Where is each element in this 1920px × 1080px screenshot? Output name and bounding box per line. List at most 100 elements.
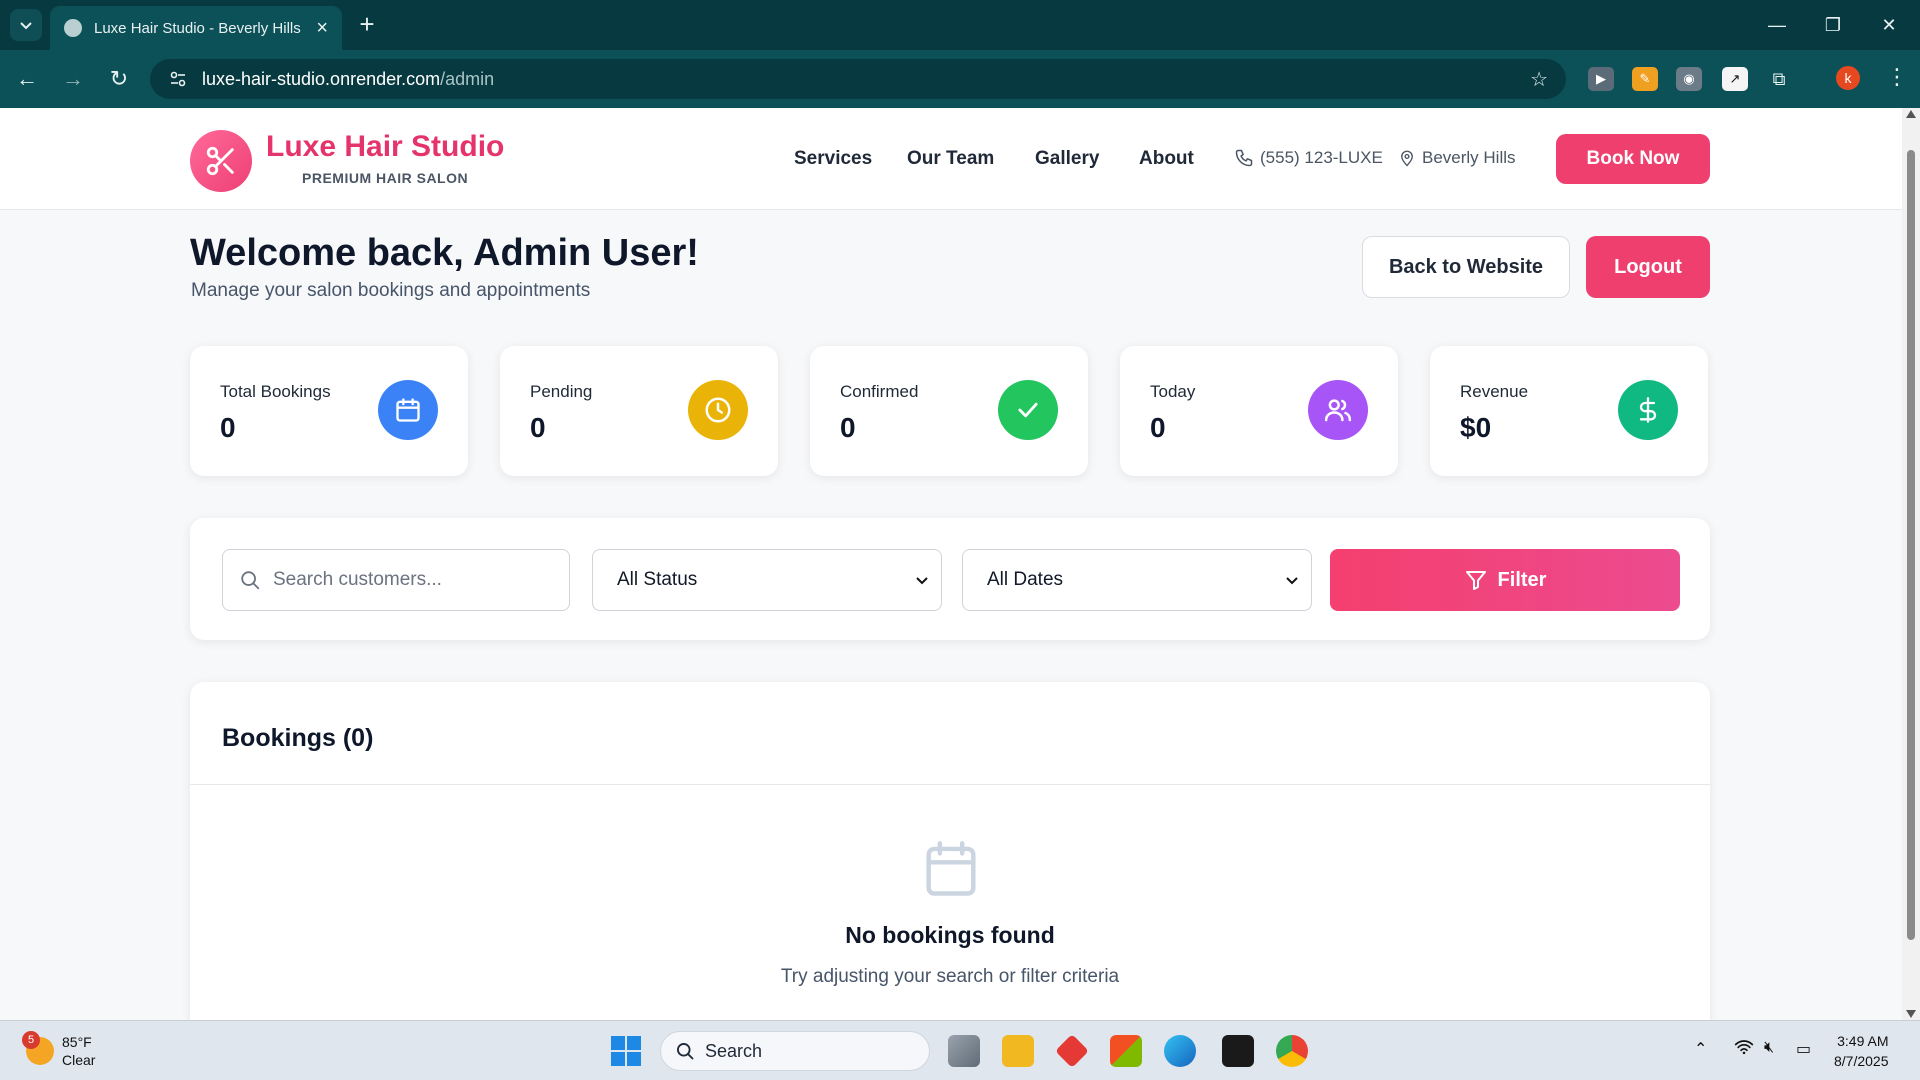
stat-label: Confirmed bbox=[840, 382, 919, 401]
battery-icon[interactable]: ▭ bbox=[1796, 1039, 1811, 1059]
logo[interactable] bbox=[190, 130, 252, 192]
funnel-icon bbox=[1465, 571, 1486, 590]
stat-card-total-bookings: Total Bookings 0 bbox=[190, 346, 468, 476]
scroll-up-icon[interactable] bbox=[1906, 110, 1916, 118]
scroll-down-icon[interactable] bbox=[1906, 1010, 1916, 1018]
users-icon bbox=[1308, 380, 1368, 440]
chevron-down-icon bbox=[1286, 577, 1298, 585]
moon-icon: 5 bbox=[22, 1031, 54, 1065]
dollar-icon bbox=[1618, 380, 1678, 440]
search-icon bbox=[677, 1043, 694, 1060]
profile-avatar[interactable]: k bbox=[1836, 66, 1860, 90]
chevron-down-icon bbox=[20, 22, 32, 30]
bookings-panel: Bookings (0) No bookings found Try adjus… bbox=[190, 682, 1710, 1020]
stat-card-pending: Pending 0 bbox=[500, 346, 778, 476]
extension-arrow-icon[interactable]: ↗ bbox=[1722, 67, 1748, 91]
chevron-down-icon bbox=[916, 577, 928, 585]
page-viewport: Luxe Hair Studio PREMIUM HAIR SALON Serv… bbox=[0, 108, 1902, 1020]
clock-date: 8/7/2025 bbox=[1834, 1053, 1889, 1069]
taskbar-search[interactable]: Search bbox=[660, 1031, 930, 1071]
globe-icon bbox=[64, 19, 82, 37]
edge-icon[interactable] bbox=[1164, 1035, 1196, 1067]
extensions-puzzle-icon[interactable]: ⧉ bbox=[1766, 67, 1792, 91]
close-window-button[interactable]: ✕ bbox=[1866, 10, 1912, 40]
book-now-button[interactable]: Book Now bbox=[1556, 134, 1710, 184]
forward-arrow-icon[interactable]: → bbox=[58, 64, 88, 94]
stat-value: 0 bbox=[220, 412, 236, 443]
extension-camera-icon[interactable]: ◉ bbox=[1676, 67, 1702, 91]
stat-value: $0 bbox=[1460, 412, 1492, 443]
status-select[interactable]: All Status bbox=[592, 549, 942, 611]
nav-about[interactable]: About bbox=[1139, 148, 1194, 170]
search-input[interactable] bbox=[273, 569, 563, 591]
page-subtitle: Manage your salon bookings and appointme… bbox=[191, 280, 591, 301]
file-explorer-icon[interactable] bbox=[1002, 1035, 1034, 1067]
brand-tagline: PREMIUM HAIR SALON bbox=[302, 170, 469, 186]
chevron-up-icon[interactable]: ⌃ bbox=[1694, 1039, 1707, 1059]
close-icon[interactable]: × bbox=[316, 17, 328, 40]
nav-gallery[interactable]: Gallery bbox=[1035, 148, 1099, 170]
page-scrollbar[interactable] bbox=[1902, 108, 1920, 1020]
microsoft-store-icon[interactable] bbox=[1110, 1035, 1142, 1067]
windows-start-icon[interactable] bbox=[610, 1035, 642, 1067]
check-icon bbox=[998, 380, 1058, 440]
empty-state-title: No bookings found bbox=[845, 922, 1055, 948]
volume-muted-icon[interactable]: 🔇︎ bbox=[1764, 1039, 1774, 1057]
tab-title: Luxe Hair Studio - Beverly Hills bbox=[94, 19, 301, 37]
reload-icon[interactable]: ↻ bbox=[104, 64, 134, 94]
filter-button-label: Filter bbox=[1497, 568, 1547, 591]
extension-pencil-icon[interactable]: ✎ bbox=[1632, 67, 1658, 91]
clock-time: 3:49 AM bbox=[1837, 1033, 1889, 1049]
scrollbar-thumb[interactable] bbox=[1907, 150, 1915, 940]
browser-tab[interactable]: Luxe Hair Studio - Beverly Hills × bbox=[50, 6, 342, 50]
address-bar[interactable]: luxe-hair-studio.onrender.com/admin ☆ bbox=[150, 59, 1566, 99]
phone-number: (555) 123-LUXE bbox=[1260, 148, 1383, 167]
scissors-icon bbox=[206, 146, 234, 176]
weather-widget[interactable]: 5 85°F Clear bbox=[22, 1031, 96, 1069]
wifi-icon[interactable] bbox=[1734, 1039, 1754, 1060]
back-arrow-icon[interactable]: ← bbox=[12, 64, 42, 94]
location-contact: Beverly Hills bbox=[1398, 148, 1516, 168]
stat-card-revenue: Revenue $0 bbox=[1430, 346, 1708, 476]
site-info-icon[interactable] bbox=[168, 69, 188, 89]
filter-button[interactable]: Filter bbox=[1330, 549, 1680, 611]
date-select[interactable]: All Dates bbox=[962, 549, 1312, 611]
empty-state-subtitle: Try adjusting your search or filter crit… bbox=[780, 966, 1120, 987]
minimize-button[interactable]: — bbox=[1754, 10, 1800, 40]
phone-contact[interactable]: (555) 123-LUXE bbox=[1234, 148, 1383, 168]
phone-icon bbox=[1235, 149, 1253, 167]
chrome-icon[interactable] bbox=[1276, 1035, 1308, 1067]
browser-menu-icon[interactable]: ⋮ bbox=[1886, 62, 1908, 92]
terminal-app-icon[interactable] bbox=[1222, 1035, 1254, 1067]
url-host: luxe-hair-studio.onrender.com bbox=[202, 68, 441, 89]
calendar-icon bbox=[926, 841, 976, 896]
url-path: /admin bbox=[440, 68, 495, 89]
status-select-value: All Status bbox=[617, 569, 698, 590]
system-clock[interactable]: 3:49 AM 8/7/2025 bbox=[1834, 1031, 1889, 1071]
stat-label: Revenue bbox=[1460, 382, 1529, 401]
nav-our-team[interactable]: Our Team bbox=[907, 148, 994, 170]
location-text: Beverly Hills bbox=[1422, 148, 1516, 167]
extension-media-icon[interactable]: ▶ bbox=[1588, 67, 1614, 91]
nav-services[interactable]: Services bbox=[794, 148, 872, 170]
notification-badge: 5 bbox=[22, 1031, 40, 1049]
back-to-website-button[interactable]: Back to Website bbox=[1362, 236, 1570, 298]
bookmark-star-icon[interactable]: ☆ bbox=[1530, 67, 1548, 92]
logout-button[interactable]: Logout bbox=[1586, 236, 1710, 298]
filter-panel: All Status All Dates Filter bbox=[190, 518, 1710, 640]
tab-search-dropdown[interactable] bbox=[10, 9, 42, 41]
divider bbox=[190, 784, 1710, 785]
weather-desc: Clear bbox=[62, 1052, 96, 1068]
search-field[interactable] bbox=[222, 549, 570, 611]
clock-icon bbox=[688, 380, 748, 440]
browser-toolbar: ← → ↻ luxe-hair-studio.onrender.com/admi… bbox=[0, 50, 1920, 108]
new-tab-button[interactable]: + bbox=[352, 10, 382, 40]
app-red-diamond-icon[interactable] bbox=[1055, 1034, 1089, 1068]
task-view-icon[interactable] bbox=[948, 1035, 980, 1067]
taskbar: 5 85°F Clear Search ⌃ 🔇︎ ▭ 3:49 AM 8/7/2… bbox=[0, 1020, 1920, 1080]
brand-name[interactable]: Luxe Hair Studio bbox=[266, 130, 504, 164]
site-header: Luxe Hair Studio PREMIUM HAIR SALON Serv… bbox=[0, 108, 1902, 210]
restore-button[interactable]: ❐ bbox=[1810, 10, 1856, 40]
stat-label: Today bbox=[1150, 382, 1196, 401]
stat-card-confirmed: Confirmed 0 bbox=[810, 346, 1088, 476]
